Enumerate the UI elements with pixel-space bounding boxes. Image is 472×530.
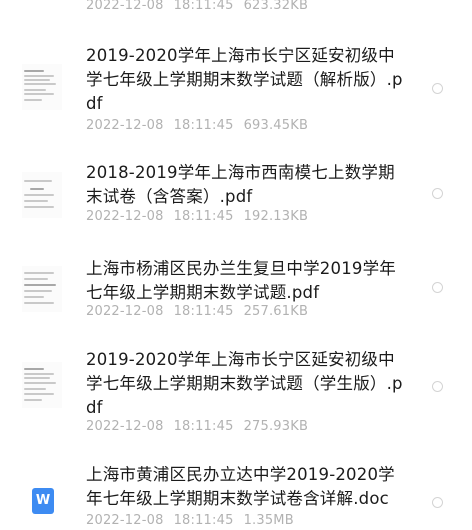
select-radio[interactable] bbox=[432, 83, 443, 94]
file-time: 18:11:45 bbox=[173, 118, 234, 133]
select-radio[interactable] bbox=[432, 282, 443, 293]
file-meta: 2022-12-08 18:11:45 693.45KB bbox=[86, 118, 318, 133]
file-row[interactable]: 上海市杨浦区民办兰生复旦中学2019学年七年级上学期期末数学试题.pdf 202… bbox=[0, 240, 472, 340]
file-size: 257.61KB bbox=[243, 304, 309, 319]
file-list: 2022-12-08 18:11:45 623.32KB 2019-2020学年上海… bbox=[0, 0, 472, 530]
file-time: 18:11:45 bbox=[173, 513, 234, 528]
document-thumbnail-icon bbox=[22, 266, 62, 312]
file-row[interactable]: 2019-2020学年上海市长宁区延安初级中学七年级上学期期末数学试题（解析版）… bbox=[0, 20, 472, 140]
file-row[interactable]: W 上海市黄浦区民办立达中学2019-2020学年七年级上学期期末数学试卷含详解… bbox=[0, 458, 472, 530]
file-date: 2022-12-08 bbox=[86, 304, 164, 319]
file-date: 2022-12-08 bbox=[86, 118, 164, 133]
file-time: 18:11:45 bbox=[173, 209, 234, 224]
file-meta: 2022-12-08 18:11:45 192.13KB bbox=[86, 209, 318, 224]
file-name: 2018-2019学年上海市西南模七上数学期末试卷（含答案）.pdf bbox=[86, 163, 395, 206]
document-thumbnail-icon bbox=[22, 362, 62, 408]
file-meta: 2022-12-08 18:11:45 623.32KB bbox=[86, 0, 318, 13]
file-name: 2019-2020学年上海市长宁区延安初级中学七年级上学期期末数学试题（解析版）… bbox=[86, 46, 403, 113]
file-row[interactable]: 2018-2019学年上海市西南模七上数学期末试卷（含答案）.pdf 2022-… bbox=[0, 140, 472, 240]
file-meta: 2022-12-08 18:11:45 257.61KB bbox=[86, 304, 318, 319]
file-time: 18:11:45 bbox=[173, 304, 234, 319]
file-name: 上海市杨浦区民办兰生复旦中学2019学年七年级上学期期末数学试题.pdf bbox=[86, 259, 396, 302]
file-meta: 2022-12-08 18:11:45 1.35MB bbox=[86, 513, 304, 528]
file-size: 1.35MB bbox=[243, 513, 294, 528]
file-date: 2022-12-08 bbox=[86, 419, 164, 434]
word-document-icon: W bbox=[32, 488, 54, 514]
select-radio[interactable] bbox=[432, 188, 443, 199]
file-date: 2022-12-08 bbox=[86, 209, 164, 224]
select-radio[interactable] bbox=[432, 497, 443, 508]
file-name: 2019-2020学年上海市长宁区延安初级中学七年级上学期期末数学试题（学生版）… bbox=[86, 350, 403, 417]
file-date: 2022-12-08 bbox=[86, 513, 164, 528]
file-time: 18:11:45 bbox=[173, 419, 234, 434]
file-size: 192.13KB bbox=[243, 209, 309, 224]
file-row[interactable]: 2019-2020学年上海市长宁区延安初级中学七年级上学期期末数学试题（学生版）… bbox=[0, 340, 472, 458]
file-time: 18:11:45 bbox=[173, 0, 234, 13]
document-thumbnail-icon bbox=[22, 64, 62, 110]
file-meta: 2022-12-08 18:11:45 275.93KB bbox=[86, 419, 318, 434]
file-date: 2022-12-08 bbox=[86, 0, 164, 13]
file-row[interactable]: 2022-12-08 18:11:45 623.32KB bbox=[0, 0, 472, 20]
file-size: 623.32KB bbox=[243, 0, 309, 13]
file-size: 275.93KB bbox=[243, 419, 309, 434]
file-name: 上海市黄浦区民办立达中学2019-2020学年七年级上学期期末数学试卷含详解.d… bbox=[86, 465, 395, 508]
select-radio[interactable] bbox=[432, 381, 443, 392]
document-thumbnail-icon bbox=[22, 172, 62, 218]
file-size: 693.45KB bbox=[243, 118, 309, 133]
